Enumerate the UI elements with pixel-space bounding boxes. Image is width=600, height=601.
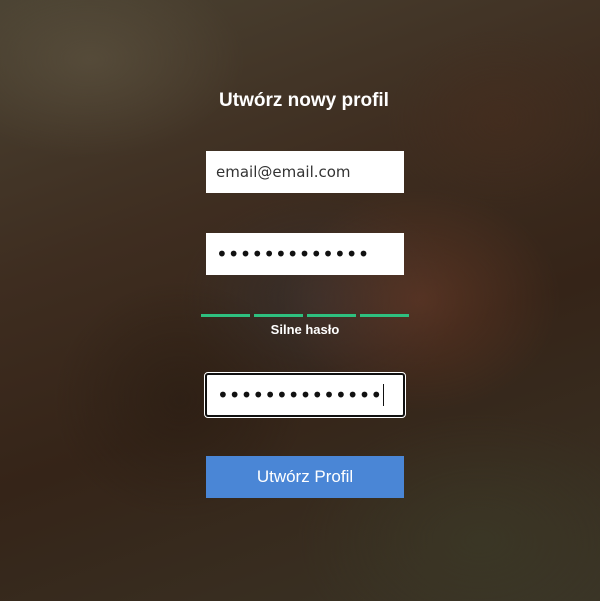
confirm-password-value: •••••••••••••• (217, 383, 383, 407)
email-field[interactable]: email@email.com (206, 151, 404, 193)
password-strength-meter (201, 314, 409, 317)
text-caret (383, 384, 385, 406)
password-field[interactable]: ••••••••••••• (206, 233, 404, 275)
password-value: ••••••••••••• (216, 242, 370, 266)
create-profile-button[interactable]: Utwórz Profil (206, 456, 404, 498)
strength-segment (307, 314, 356, 317)
password-strength-label: Silne hasło (270, 322, 340, 337)
page-title: Utwórz nowy profil (219, 90, 389, 111)
strength-segment (254, 314, 303, 317)
strength-segment (360, 314, 409, 317)
confirm-password-field[interactable]: •••••••••••••• (204, 372, 406, 418)
email-value: email@email.com (216, 163, 351, 181)
strength-segment (201, 314, 250, 317)
